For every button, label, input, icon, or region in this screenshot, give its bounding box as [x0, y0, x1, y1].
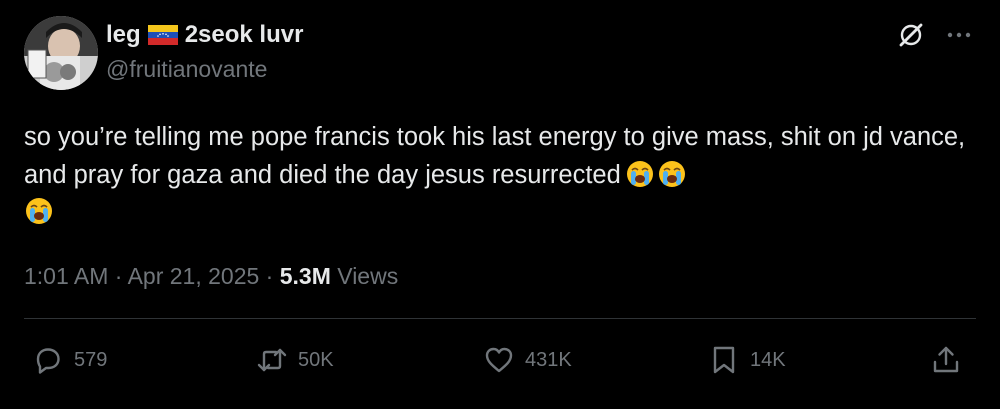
emoji-line — [24, 196, 969, 237]
author-names: leg 2seok luvr @fruitianovante — [106, 20, 303, 84]
divider — [24, 318, 976, 319]
avatar[interactable] — [24, 16, 98, 90]
loudly-crying-face-icon — [626, 161, 653, 187]
meta-separator: · — [108, 263, 128, 289]
bookmark-icon — [713, 346, 735, 374]
reply-count: 579 — [74, 348, 108, 371]
like-count: 431K — [525, 348, 572, 371]
handle[interactable]: @fruitianovante — [106, 54, 303, 84]
repost-button[interactable]: 50K — [256, 342, 334, 378]
meta-separator: · — [259, 263, 280, 289]
share-button[interactable] — [930, 342, 962, 378]
display-name[interactable]: leg 2seok luvr — [106, 20, 303, 50]
repost-icon — [257, 348, 287, 372]
loudly-crying-face-icon — [26, 198, 52, 224]
tweet-meta: 1:01 AM · Apr 21, 2025 · 5.3M Views — [24, 261, 398, 291]
heart-icon — [485, 347, 513, 373]
display-name-prefix: leg — [106, 21, 141, 48]
tweet-card: leg 2seok luvr @fruitianovante so you’re… — [0, 0, 1000, 409]
like-button[interactable]: 431K — [483, 342, 572, 378]
tweet-time[interactable]: 1:01 AM — [24, 263, 108, 289]
reply-icon — [36, 348, 60, 374]
emoji-group — [625, 159, 687, 189]
views-count: 5.3M — [279, 263, 331, 289]
grok-icon[interactable] — [898, 22, 924, 48]
tweet-date[interactable]: Apr 21, 2025 — [128, 263, 260, 289]
views-label: Views — [337, 263, 399, 289]
bookmark-count: 14K — [750, 348, 786, 371]
tweet-text: so you’re telling me pope francis took h… — [24, 118, 969, 237]
bookmark-button[interactable]: 14K — [708, 342, 786, 378]
display-name-suffix: 2seok luvr — [184, 21, 304, 48]
loudly-crying-face-icon — [658, 161, 685, 187]
venezuela-flag-icon — [147, 25, 178, 45]
tweet-text-content: so you’re telling me pope francis took h… — [24, 123, 973, 189]
share-icon — [933, 346, 959, 373]
more-options-icon[interactable] — [944, 20, 974, 50]
repost-count: 50K — [298, 348, 334, 371]
reply-button[interactable]: 579 — [32, 342, 107, 378]
